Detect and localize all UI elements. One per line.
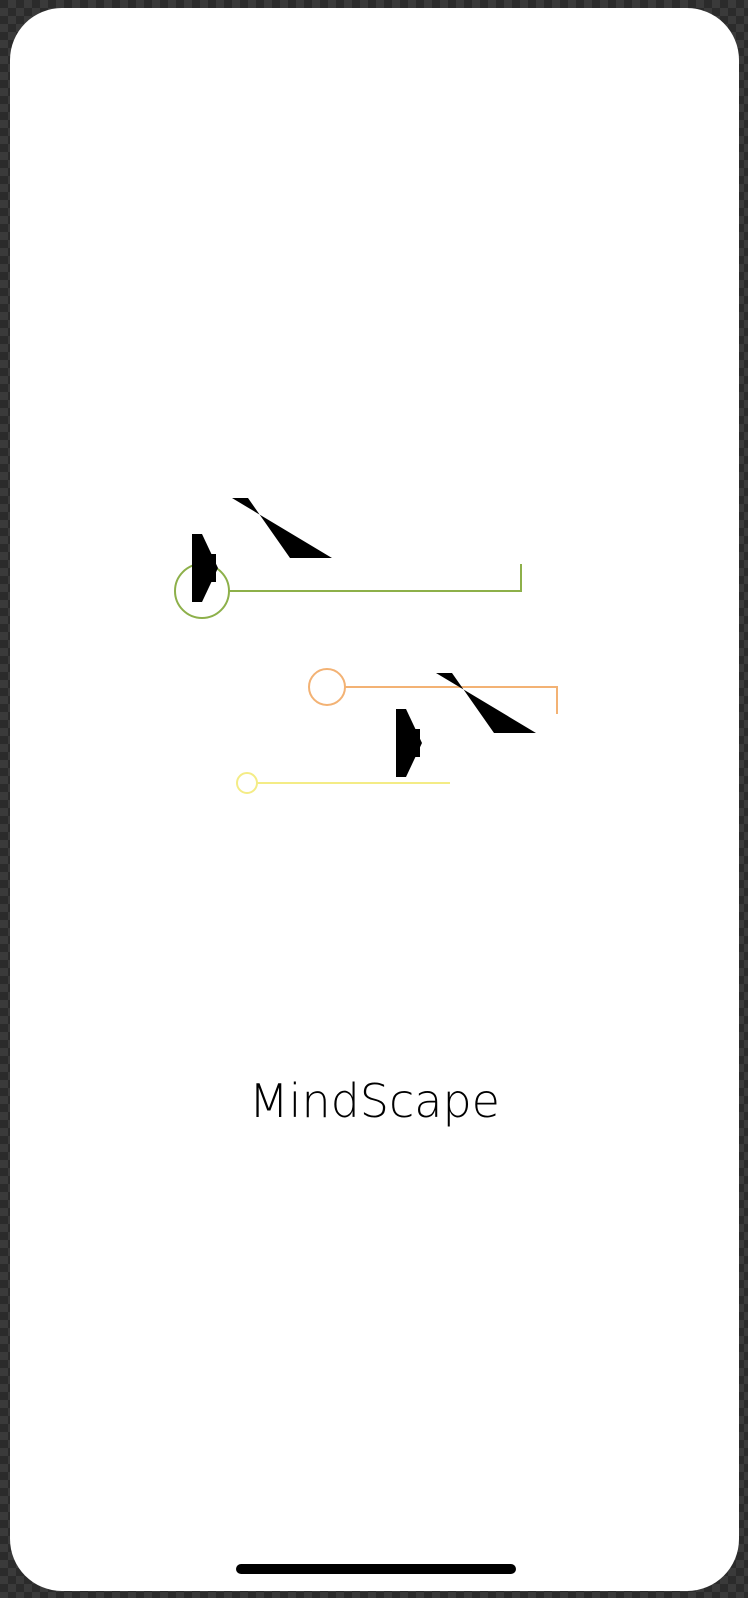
airplane-icon	[192, 498, 332, 602]
route-yellow-node	[236, 772, 258, 794]
splash-screen: MindScape	[10, 8, 739, 1591]
airplane-icon	[396, 673, 536, 777]
route-orange-node	[308, 668, 346, 706]
route-green-line	[229, 564, 522, 592]
home-indicator[interactable]	[236, 1564, 516, 1574]
route-green	[174, 563, 522, 619]
route-yellow	[236, 772, 450, 794]
app-title: MindScape	[248, 1074, 500, 1128]
splash-illustration	[174, 498, 558, 794]
route-orange	[308, 668, 558, 714]
route-orange-line	[345, 686, 558, 714]
